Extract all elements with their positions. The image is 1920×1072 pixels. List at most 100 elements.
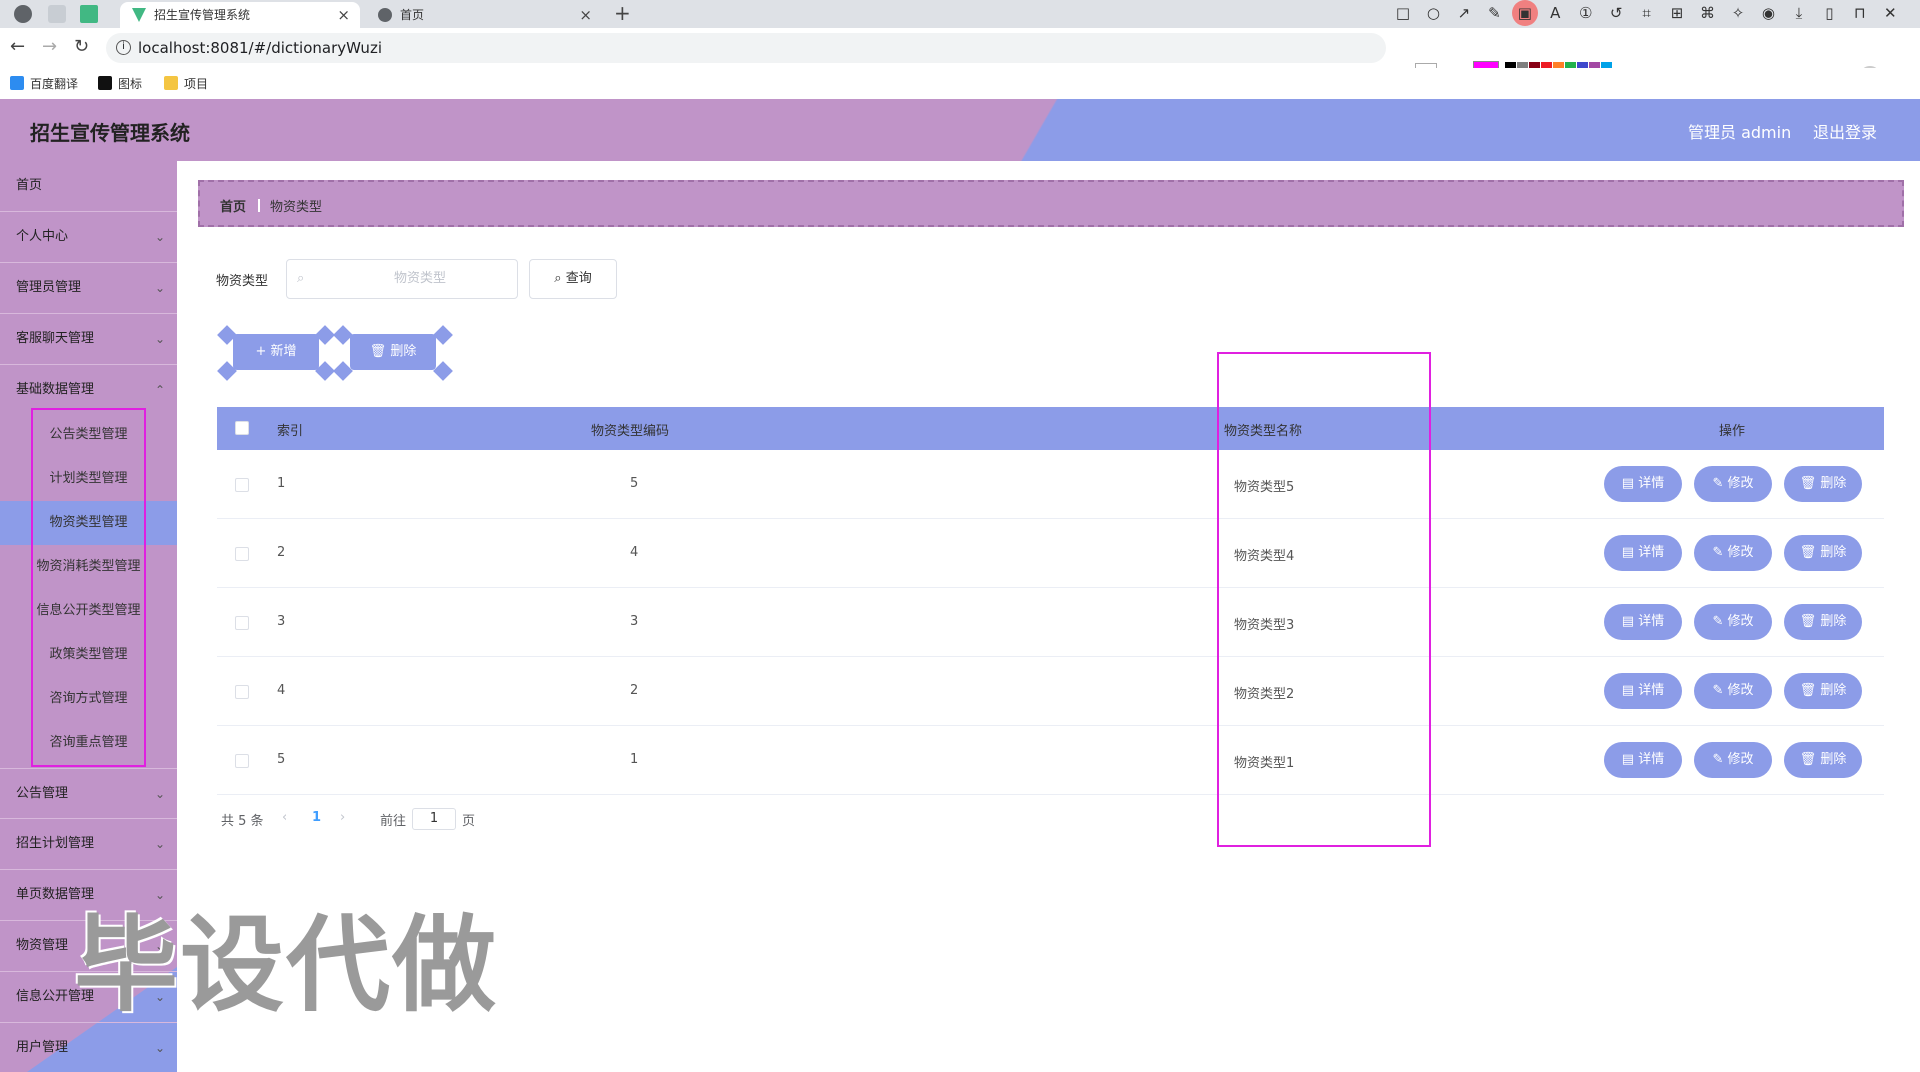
- sidebar-item-label: 首页: [16, 178, 43, 193]
- add-button[interactable]: + 新增: [233, 334, 319, 370]
- tab-home[interactable]: 首页 ×: [366, 2, 602, 28]
- cell-index: 5: [277, 752, 286, 767]
- edit-label: 修改: [1727, 614, 1754, 629]
- pin-icon[interactable]: ✧: [1725, 0, 1751, 26]
- sidebar-item-enroll-plan[interactable]: 招生计划管理 ⌄: [0, 819, 177, 870]
- decor-corner: [433, 361, 453, 381]
- ocr-icon[interactable]: ⌘: [1695, 0, 1721, 26]
- ellipse-tool-icon[interactable]: ○: [1420, 0, 1446, 26]
- row-checkbox[interactable]: [235, 754, 249, 768]
- row-checkbox[interactable]: [235, 685, 249, 699]
- sidebar-item-profile[interactable]: 个人中心 ⌄: [0, 212, 177, 263]
- sidebar-item-label: 用户管理: [16, 1040, 69, 1055]
- tab-group-icon[interactable]: [48, 5, 66, 23]
- cell-index: 3: [277, 614, 286, 629]
- detail-button[interactable]: ▤ 详情: [1604, 673, 1682, 709]
- query-button[interactable]: ⌕ 查询: [529, 259, 617, 299]
- bookmark-icon[interactable]: ⊓: [1847, 0, 1873, 26]
- row-checkbox[interactable]: [235, 478, 249, 492]
- delete-label: 删除: [390, 344, 417, 359]
- sidebar-item-label: 公告管理: [16, 786, 69, 801]
- edit-button[interactable]: ✎ 修改: [1694, 604, 1772, 640]
- crop-icon[interactable]: ⌗: [1634, 0, 1660, 26]
- browser-menu-icon[interactable]: [14, 5, 32, 23]
- rectangle-tool-icon[interactable]: □: [1390, 0, 1416, 26]
- url-text: localhost:8081/#/dictionaryWuzi: [138, 39, 382, 57]
- goto-page-input[interactable]: 1: [412, 808, 456, 830]
- prev-page-icon[interactable]: ‹: [282, 810, 287, 825]
- bookmark-project[interactable]: 项目: [164, 75, 208, 92]
- delete-label: 删除: [1820, 545, 1847, 560]
- detail-button[interactable]: ▤ 详情: [1604, 466, 1682, 502]
- arrow-tool-icon[interactable]: ↗: [1451, 0, 1477, 26]
- column-header-actions: 操作: [1719, 424, 1746, 439]
- row-delete-button[interactable]: 🗑 删除: [1784, 466, 1862, 502]
- forward-icon[interactable]: →: [42, 36, 57, 57]
- chevron-down-icon: ⌄: [154, 787, 165, 801]
- address-bar-row: ← → ↻ i localhost:8081/#/dictionaryWuzi …: [0, 28, 1920, 87]
- sidebar-item-chat[interactable]: 客服聊天管理 ⌄: [0, 314, 177, 365]
- breadcrumb-home[interactable]: 首页: [220, 196, 246, 215]
- page-suffix: 页: [462, 814, 476, 829]
- edit-button[interactable]: ✎ 修改: [1694, 673, 1772, 709]
- sidebar-item-admin[interactable]: 管理员管理 ⌄: [0, 263, 177, 314]
- pen-tool-icon[interactable]: ✎: [1481, 0, 1507, 26]
- sidebar-item-label: 个人中心: [16, 229, 69, 244]
- screenshot-toolbar: □ ○ ↗ ✎ ▣ A ① ↺ ⌗ ⊞ ⌘ ✧ ◉ ⤓ ▯ ⊓ ✕ ✓ 完成: [1390, 0, 1920, 74]
- bookmarks-bar: 百度翻译 图标 项目: [0, 68, 1920, 98]
- delete-button[interactable]: 🗑 删除: [350, 334, 436, 370]
- plus-icon: +: [255, 344, 267, 359]
- sidebar-item-home[interactable]: 首页: [0, 161, 177, 212]
- row-delete-button[interactable]: 🗑 删除: [1784, 535, 1862, 571]
- row-delete-button[interactable]: 🗑 删除: [1784, 742, 1862, 778]
- back-icon[interactable]: ←: [10, 36, 25, 57]
- globe-icon: [378, 8, 392, 22]
- edit-button[interactable]: ✎ 修改: [1694, 742, 1772, 778]
- row-delete-button[interactable]: 🗑 删除: [1784, 604, 1862, 640]
- text-tool-icon[interactable]: A: [1542, 0, 1568, 26]
- detail-button[interactable]: ▤ 详情: [1604, 742, 1682, 778]
- close-tab-icon[interactable]: ×: [579, 2, 592, 28]
- goto-label: 前往: [380, 814, 407, 829]
- phone-icon[interactable]: ▯: [1816, 0, 1842, 26]
- row-checkbox[interactable]: [235, 616, 249, 630]
- translate-icon: [10, 76, 24, 90]
- select-all-checkbox[interactable]: [235, 421, 249, 435]
- cell-index: 1: [277, 476, 286, 491]
- breadcrumb: 首页 物资类型: [198, 180, 1904, 227]
- row-checkbox[interactable]: [235, 547, 249, 561]
- logout-link[interactable]: 退出登录: [1813, 119, 1877, 143]
- row-delete-button[interactable]: 🗑 删除: [1784, 673, 1862, 709]
- sidebar-item-notice[interactable]: 公告管理 ⌄: [0, 768, 177, 819]
- page-number[interactable]: 1: [312, 810, 321, 825]
- edit-button[interactable]: ✎ 修改: [1694, 466, 1772, 502]
- number-tool-icon[interactable]: ①: [1573, 0, 1599, 26]
- new-tab-icon[interactable]: +: [614, 1, 631, 25]
- column-header-code: 物资类型编码: [591, 424, 670, 439]
- reload-icon[interactable]: ↻: [74, 36, 89, 57]
- delete-label: 删除: [1820, 683, 1847, 698]
- tab-active[interactable]: 招生宣传管理系统 ×: [120, 2, 360, 28]
- bookmark-baidu-translate[interactable]: 百度翻译: [10, 75, 78, 92]
- url-bar[interactable]: i localhost:8081/#/dictionaryWuzi: [106, 33, 1386, 63]
- search-input[interactable]: ⌕ 物资类型: [286, 259, 518, 299]
- edit-button[interactable]: ✎ 修改: [1694, 535, 1772, 571]
- detail-label: 详情: [1638, 545, 1665, 560]
- bookmark-icons[interactable]: 图标: [98, 75, 142, 92]
- detail-button[interactable]: ▤ 详情: [1604, 604, 1682, 640]
- download-icon[interactable]: ⤓: [1786, 0, 1812, 26]
- mosaic-tool-icon[interactable]: ▣: [1511, 0, 1538, 26]
- translate-icon[interactable]: ⊞: [1664, 0, 1690, 26]
- record-icon[interactable]: ◉: [1755, 0, 1781, 26]
- site-info-icon[interactable]: i: [116, 40, 131, 55]
- next-page-icon[interactable]: ›: [340, 810, 345, 825]
- undo-icon[interactable]: ↺: [1603, 0, 1629, 26]
- cancel-icon[interactable]: ✕: [1877, 0, 1903, 26]
- detail-button[interactable]: ▤ 详情: [1604, 535, 1682, 571]
- close-tab-icon[interactable]: ×: [337, 2, 350, 28]
- search-label: 物资类型: [216, 274, 269, 289]
- current-user: 管理员 admin: [1688, 123, 1792, 142]
- pagination-total: 共 5 条: [221, 814, 264, 829]
- vue-favicon[interactable]: [80, 5, 98, 23]
- tab-title: 首页: [400, 8, 425, 22]
